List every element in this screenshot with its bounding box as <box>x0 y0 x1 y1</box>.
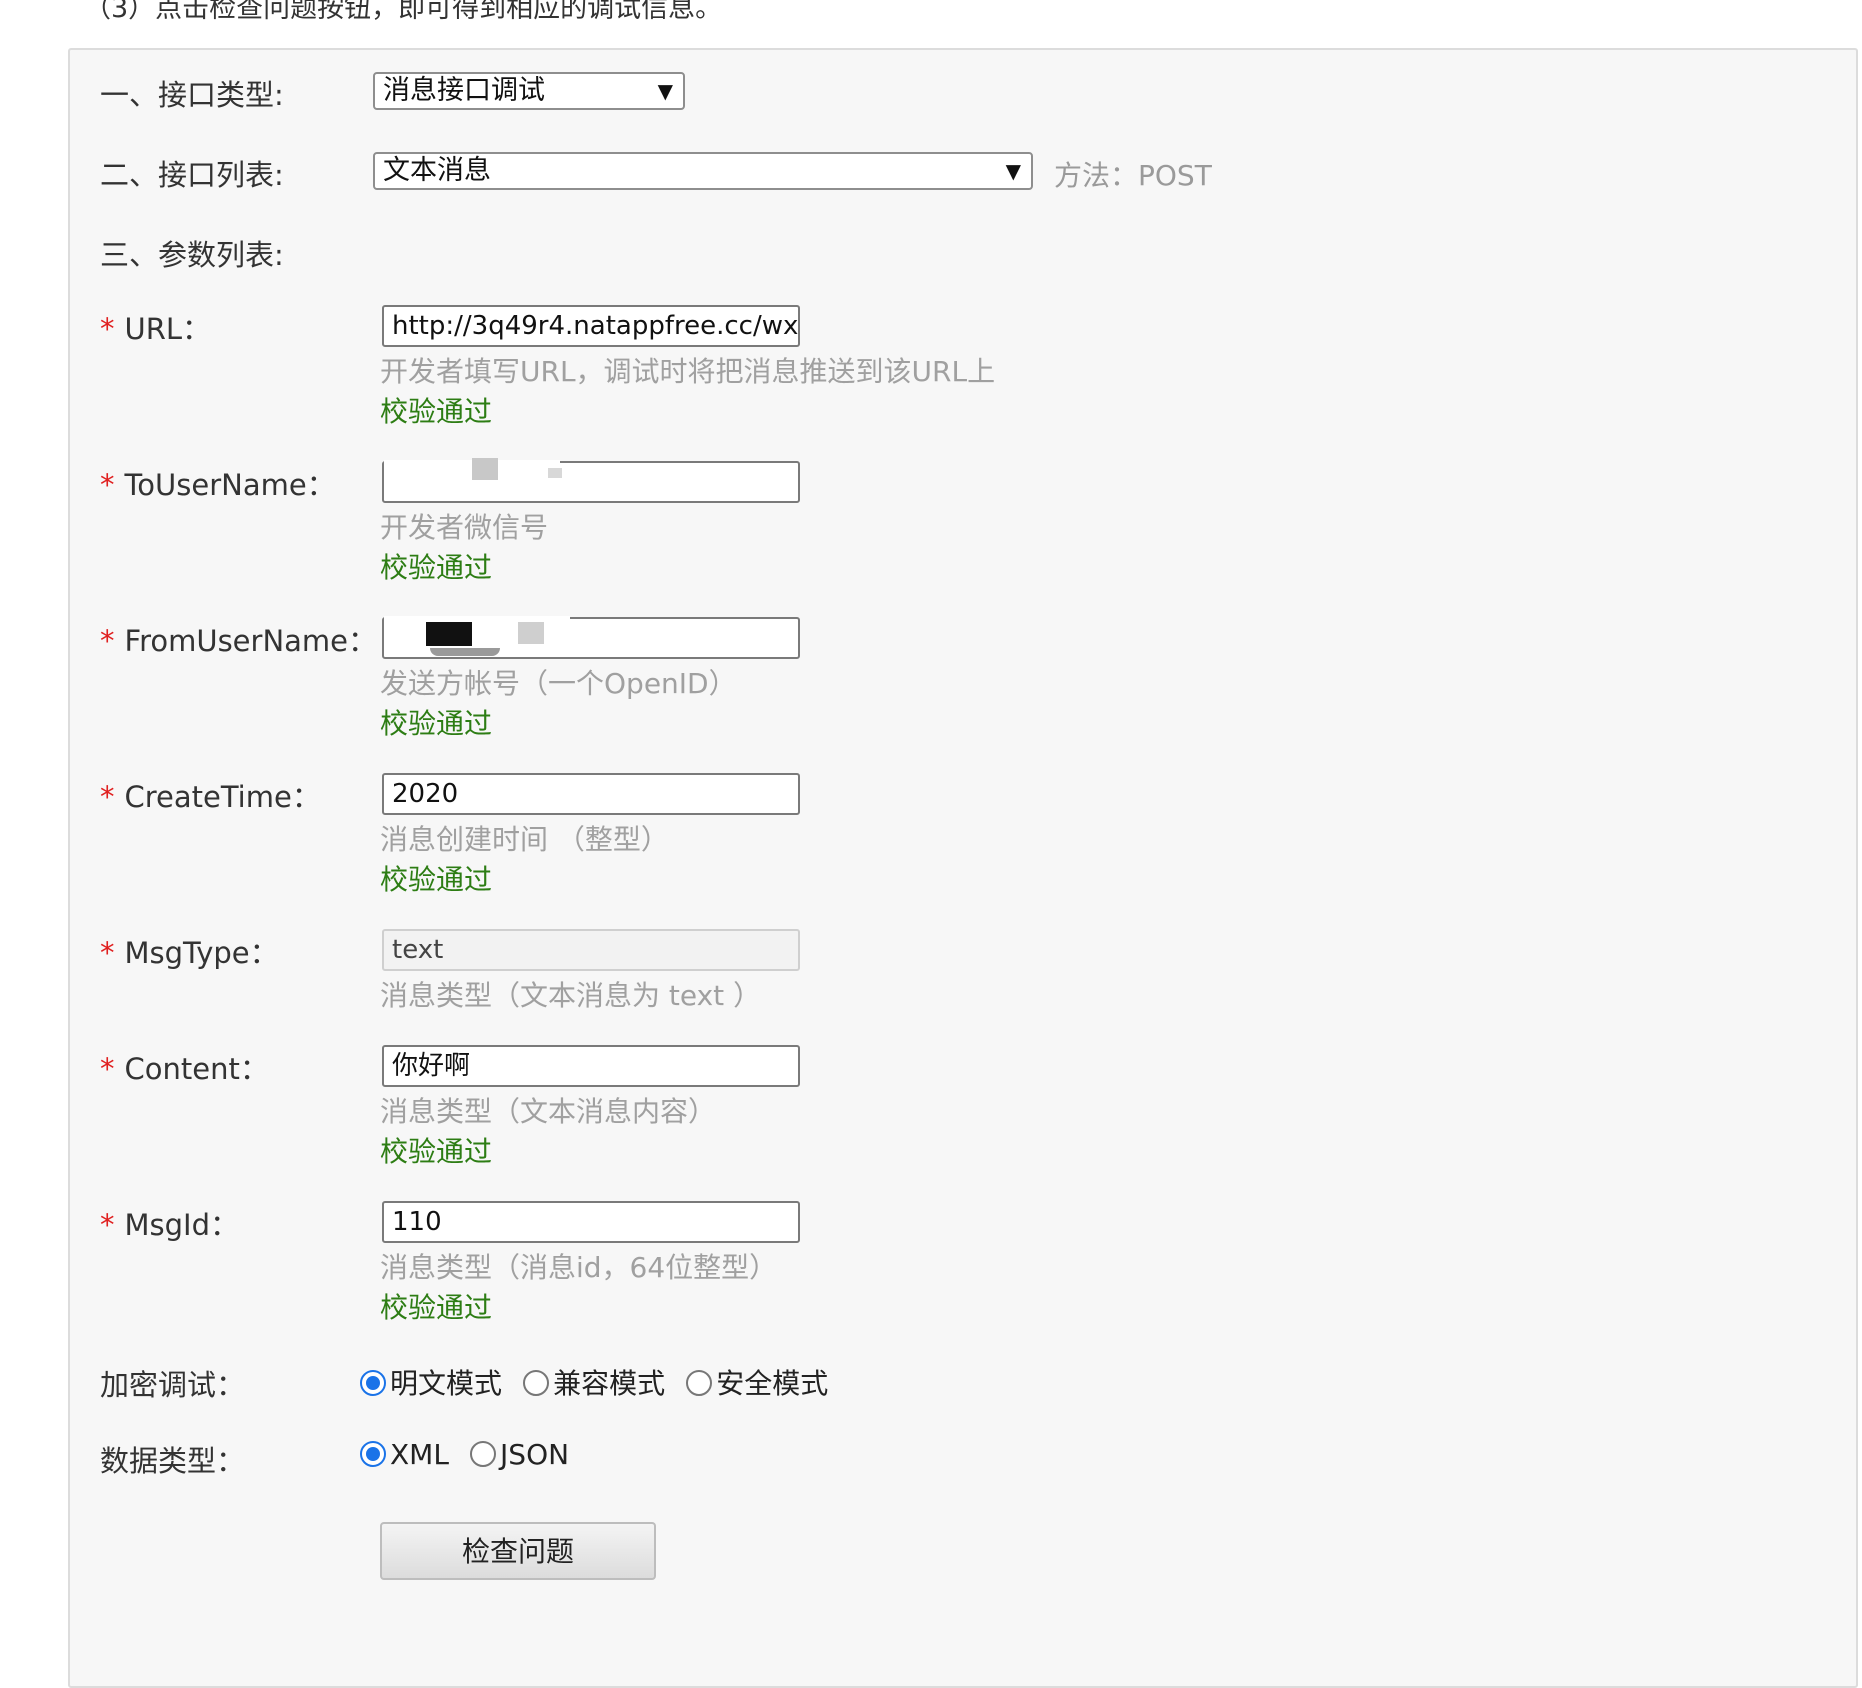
content-hint: 消息类型（文本消息内容） <box>380 1095 717 1128</box>
interface-list-value: 文本消息 <box>383 155 491 186</box>
interface-type-select[interactable]: 消息接口调试 ▼ <box>373 72 685 110</box>
from-user-name-label: * FromUserName： <box>100 624 378 658</box>
redaction-mask <box>548 468 562 478</box>
interface-list-label: 二、接口列表: <box>100 158 284 192</box>
radio-unchecked-icon[interactable] <box>523 1370 550 1396</box>
interface-type-label: 一、接口类型: <box>100 78 284 112</box>
url-valid-status: 校验通过 <box>380 395 493 428</box>
required-marker: * <box>100 780 115 814</box>
radio-unchecked-icon[interactable] <box>686 1370 713 1396</box>
radio-unchecked-icon[interactable] <box>470 1441 497 1467</box>
required-marker: * <box>100 936 115 970</box>
param-list-label: 三、参数列表: <box>100 238 284 272</box>
radio-checked-icon[interactable] <box>360 1441 386 1467</box>
radio-secure-mode[interactable]: 安全模式 <box>686 1367 828 1400</box>
required-marker: * <box>100 1052 115 1086</box>
content-label: * Content： <box>100 1052 269 1086</box>
to-user-name-hint: 开发者微信号 <box>380 511 549 544</box>
radio-json[interactable]: JSON <box>470 1438 569 1471</box>
debug-panel <box>68 48 1858 1688</box>
encryption-radio-group: 明文模式 兼容模式 安全模式 <box>360 1362 844 1402</box>
encryption-label: 加密调试： <box>100 1368 246 1402</box>
from-user-name-valid-status: 校验通过 <box>380 707 493 740</box>
msg-type-label: * MsgType： <box>100 936 279 970</box>
redaction-mask <box>426 622 472 646</box>
intro-text: （3）点击检查问题按钮，即可得到相应的调试信息。 <box>84 0 723 24</box>
radio-compatible-mode[interactable]: 兼容模式 <box>523 1367 665 1400</box>
data-type-radio-group: XML JSON <box>360 1438 585 1471</box>
radio-xml[interactable]: XML <box>360 1438 449 1471</box>
interface-type-value: 消息接口调试 <box>383 75 545 106</box>
from-user-name-hint: 发送方帐号（一个OpenID） <box>380 667 737 700</box>
method-label: 方法：POST <box>1054 159 1212 192</box>
create-time-hint: 消息创建时间 （整型） <box>380 823 669 856</box>
create-time-valid-status: 校验通过 <box>380 863 493 896</box>
msg-type-input: text <box>382 929 800 971</box>
content-input[interactable]: 你好啊 <box>382 1045 800 1087</box>
msg-id-hint: 消息类型（消息id，64位整型） <box>380 1251 778 1284</box>
redaction-mask <box>472 458 498 480</box>
required-marker: * <box>100 1208 115 1242</box>
check-problem-button[interactable]: 检查问题 <box>380 1522 656 1580</box>
redaction-mask <box>430 648 500 656</box>
required-marker: * <box>100 468 115 502</box>
data-type-label: 数据类型： <box>100 1444 246 1478</box>
chevron-down-icon: ▼ <box>657 79 673 103</box>
radio-plaintext-mode[interactable]: 明文模式 <box>360 1367 502 1400</box>
required-marker: * <box>100 624 115 658</box>
content-valid-status: 校验通过 <box>380 1135 493 1168</box>
create-time-label: * CreateTime： <box>100 780 321 814</box>
msg-id-label: * MsgId： <box>100 1208 239 1242</box>
url-input[interactable]: http://3q49r4.natappfree.cc/wx <box>382 305 800 347</box>
to-user-name-label: * ToUserName： <box>100 468 336 502</box>
required-marker: * <box>100 312 115 346</box>
msg-type-hint: 消息类型（文本消息为 text ） <box>380 979 762 1012</box>
url-hint: 开发者填写URL，调试时将把消息推送到该URL上 <box>380 355 996 388</box>
redaction-mask <box>518 622 544 644</box>
msg-id-input[interactable]: 110 <box>382 1201 800 1243</box>
chevron-down-icon: ▼ <box>1005 159 1021 183</box>
radio-checked-icon[interactable] <box>360 1370 386 1396</box>
interface-list-select[interactable]: 文本消息 ▼ <box>373 152 1033 190</box>
url-label: * URL： <box>100 312 212 346</box>
msg-id-valid-status: 校验通过 <box>380 1291 493 1324</box>
create-time-input[interactable]: 2020 <box>382 773 800 815</box>
to-user-name-valid-status: 校验通过 <box>380 551 493 584</box>
